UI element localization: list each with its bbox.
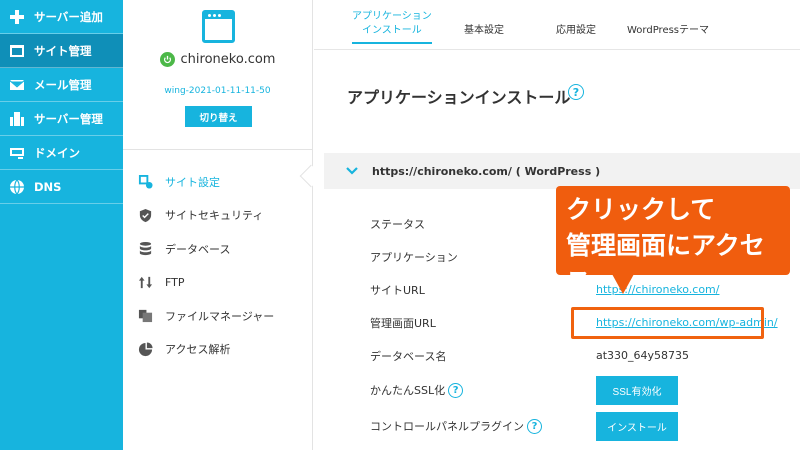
shield-icon <box>137 207 153 223</box>
tab-basic-settings[interactable]: 基本設定 <box>464 24 504 38</box>
menu-item-database[interactable]: データベース <box>123 232 313 266</box>
menu-item-label: データベース <box>165 242 231 256</box>
table-row: データベース名 at330_64y58735 <box>370 339 800 372</box>
menu-item-file-manager[interactable]: ファイルマネージャー <box>123 299 313 333</box>
database-icon <box>137 241 153 257</box>
power-status-icon <box>159 52 175 67</box>
row-label-text: コントロールパネルプラグイン <box>370 420 524 433</box>
menu-item-label: FTP <box>165 275 185 289</box>
nav-item-label: メール管理 <box>34 77 92 92</box>
nav-item-label: ドメイン <box>34 145 80 160</box>
menu-item-access-analytics[interactable]: アクセス解析 <box>123 333 313 367</box>
site-panel: chironeko.com wing-2021-01-11-11-50 切り替え… <box>123 0 313 450</box>
nav-item-label: サイト管理 <box>34 43 92 58</box>
window-icon <box>8 42 26 60</box>
row-label-text: かんたんSSL化 <box>370 384 446 397</box>
site-menu: サイト設定 サイトセキュリティ データベース FTP ファイルマネージャー アク… <box>123 165 313 366</box>
menu-item-label: サイトセキュリティ <box>165 209 264 223</box>
menu-item-ftp[interactable]: FTP <box>123 266 313 300</box>
row-label-admin-url: 管理画面URL <box>370 316 436 330</box>
nav-item-dns[interactable]: DNS <box>0 170 123 204</box>
menu-item-label: サイト設定 <box>165 175 220 189</box>
nav-item-label: サーバー追加 <box>34 9 103 24</box>
globe-icon <box>8 178 26 196</box>
page-title: アプリケーションインストール <box>347 88 571 107</box>
site-domain: chironeko.com <box>180 52 276 67</box>
nav-item-site-management[interactable]: サイト管理 <box>0 34 123 68</box>
chevron-down-icon <box>346 167 358 175</box>
nav-item-domain[interactable]: ドメイン <box>0 136 123 170</box>
help-icon[interactable]: ? <box>527 418 542 434</box>
menu-item-site-settings[interactable]: サイト設定 <box>123 165 313 199</box>
nav-item-mail-management[interactable]: メール管理 <box>0 68 123 102</box>
admin-url-highlight <box>571 307 764 339</box>
tab-app-install[interactable]: アプリケーション インストール <box>352 10 432 44</box>
table-row: かんたんSSL化 ? SSL有効化 <box>370 372 800 408</box>
nav-item-add-server[interactable]: サーバー追加 <box>0 0 123 34</box>
tab-advanced-settings[interactable]: 応用設定 <box>556 24 596 38</box>
menu-item-label: アクセス解析 <box>165 343 231 357</box>
db-name-value: at330_64y58735 <box>596 349 690 362</box>
domain-icon <box>8 144 26 162</box>
nav-item-label: DNS <box>34 179 62 194</box>
site-header: chironeko.com wing-2021-01-11-11-50 切り替え <box>123 0 312 150</box>
site-domain-row: chironeko.com <box>123 52 312 67</box>
row-label-cp-plugin: コントロールパネルプラグイン ? <box>370 418 596 434</box>
ssl-enable-button[interactable]: SSL有効化 <box>596 375 678 405</box>
callout-line1: クリックして <box>566 195 716 224</box>
nav-item-label: サーバー管理 <box>34 111 103 126</box>
nav-item-server-management[interactable]: サーバー管理 <box>0 102 123 136</box>
plugin-install-button[interactable]: インストール <box>596 411 678 441</box>
install-section-header[interactable]: https://chironeko.com/ ( WordPress ) <box>324 153 800 189</box>
global-nav: サーバー追加 サイト管理 メール管理 サーバー管理 ドメイン DNS <box>0 0 123 450</box>
row-label-db-name: データベース名 <box>370 349 447 363</box>
menu-item-site-security[interactable]: サイトセキュリティ <box>123 199 313 233</box>
help-icon[interactable]: ? <box>448 382 464 398</box>
callout-line2: 管理画面にアクセス <box>566 231 765 296</box>
section-title: https://chironeko.com/ ( WordPress ) <box>372 164 601 178</box>
tab-label-line2: インストール <box>362 25 422 36</box>
mail-icon <box>8 76 26 94</box>
tab-label-line1: アプリケーション <box>352 11 432 22</box>
browser-window-icon <box>202 10 235 43</box>
plus-icon <box>8 8 26 26</box>
tab-bar: アプリケーション インストール 基本設定 応用設定 WordPressテーマ <box>314 0 800 50</box>
row-label-site-url: サイトURL <box>370 283 425 297</box>
site-settings-icon <box>137 174 153 190</box>
table-row: コントロールパネルプラグイン ? インストール <box>370 408 800 444</box>
row-label-easy-ssl: かんたんSSL化 ? <box>370 382 596 398</box>
page: サーバー追加 サイト管理 メール管理 サーバー管理 ドメイン DNS chiro… <box>0 0 800 450</box>
help-icon[interactable]: ? <box>568 84 584 100</box>
server-name: wing-2021-01-11-11-50 <box>164 86 271 96</box>
ftp-transfer-icon <box>137 274 153 290</box>
annotation-callout: クリックして 管理画面にアクセス <box>556 186 790 296</box>
analytics-icon <box>137 341 153 357</box>
menu-item-label: ファイルマネージャー <box>165 309 275 323</box>
tab-wordpress-theme[interactable]: WordPressテーマ <box>627 24 709 38</box>
server-building-icon <box>8 110 26 128</box>
file-manager-icon <box>137 308 153 324</box>
switch-button[interactable]: 切り替え <box>185 106 252 127</box>
